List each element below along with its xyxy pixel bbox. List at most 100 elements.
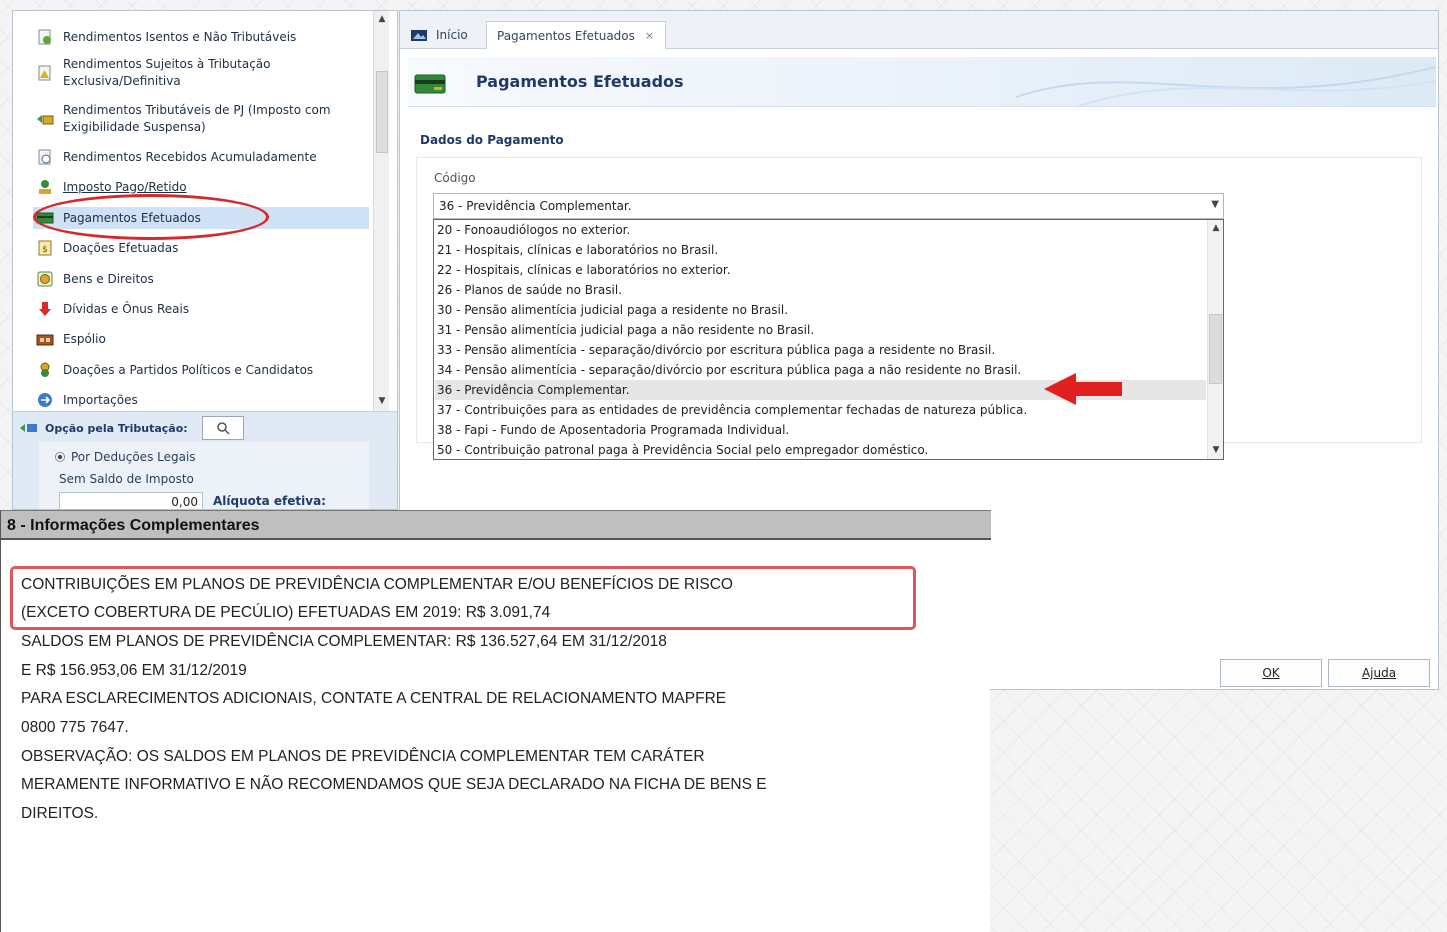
nav-label: Imposto Pago/Retido [63, 179, 187, 194]
deducoes-legais-radio[interactable]: Por Deduções Legais [55, 450, 196, 464]
nav-label: Rendimentos Tributáveis de PJ (Imposto c… [63, 102, 331, 136]
banner-decoration-icon [1016, 66, 1436, 106]
dropdown-option[interactable]: 26 - Planos de saúde no Brasil. [435, 280, 1206, 300]
effective-rate: Alíquota efetiva: 0,00% [213, 494, 326, 509]
nav-label: Doações a Partidos Políticos e Candidato… [63, 362, 314, 377]
debt-arrow-icon [36, 301, 54, 317]
arrows-money-icon [20, 424, 37, 432]
search-icon [216, 422, 230, 435]
section-title: Dados do Pagamento [420, 133, 564, 147]
payment-card-icon [36, 210, 54, 226]
nav-item-dividas[interactable]: Dívidas e Ônus Reais [33, 298, 369, 320]
codigo-dropdown-list[interactable]: 20 - Fonoaudiólogos no exterior. 21 - Ho… [433, 219, 1224, 460]
nav-item-rendimentos-acumulados[interactable]: Rendimentos Recebidos Acumuladamente [33, 146, 369, 168]
dropdown-option[interactable]: 33 - Pensão alimentícia - separação/divó… [435, 340, 1206, 360]
scroll-up-icon[interactable]: ▲ [1208, 220, 1224, 236]
nav-label: Rendimentos Recebidos Acumuladamente [63, 149, 317, 164]
nav-label: Espólio [63, 331, 106, 346]
nav-list: Rendimentos Isentos e Não Tributáveis Re… [13, 11, 369, 411]
ok-button[interactable]: OK [1220, 659, 1322, 687]
scroll-down-icon[interactable]: ▼ [374, 393, 390, 409]
document-leaf-icon [36, 29, 54, 45]
tax-option-header: Opção pela Tributação: [19, 416, 244, 440]
nav-label: Rendimentos Sujeitos à Tributação Exclusi… [63, 56, 271, 90]
radio-selected-icon [55, 452, 65, 462]
document-section-header: 8 - Informações Complementares [1, 510, 991, 540]
tax-option-title: Opção pela Tributação: [45, 421, 188, 435]
import-icon [36, 392, 54, 408]
radio-label: Por Deduções Legais [71, 450, 196, 464]
nav-label: Dívidas e Ônus Reais [63, 301, 190, 316]
nav-item-doacoes-efetuadas[interactable]: $ Doações Efetuadas [33, 237, 369, 259]
close-icon[interactable]: × [645, 29, 654, 42]
scroll-up-icon[interactable]: ▲ [374, 11, 390, 27]
nav-item-imposto-pago[interactable]: Imposto Pago/Retido [33, 176, 369, 198]
document-line: DIREITOS. [21, 805, 99, 822]
informe-document: 8 - Informações Complementares CONTRIBUI… [0, 510, 991, 932]
tax-summary-box: Por Deduções Legais Sem Saldo de Imposto… [39, 442, 369, 509]
tab-label: Início [436, 28, 468, 42]
page-banner: Pagamentos Efetuados [408, 57, 1436, 107]
document-alert-icon [36, 65, 54, 81]
tax-search-button[interactable] [201, 416, 244, 440]
document-line: 0800 775 7647. [21, 719, 129, 736]
nav-item-pagamentos-efetuados[interactable]: Pagamentos Efetuados [33, 207, 369, 229]
dropdown-option[interactable]: 30 - Pensão alimentícia judicial paga a … [435, 300, 1206, 320]
nav-item-importacoes[interactable]: Importações [33, 389, 369, 411]
document-line: E R$ 156.953,06 EM 31/12/2019 [21, 662, 247, 679]
dropdown-option[interactable]: 31 - Pensão alimentícia judicial paga a … [435, 320, 1206, 340]
help-button[interactable]: Ajuda [1328, 659, 1430, 687]
nav-scrollbar[interactable]: ▲ ▼ [373, 11, 389, 411]
home-screen-icon [411, 29, 427, 41]
nav-label-line1: Rendimentos Sujeitos à Tributação [63, 57, 271, 71]
estate-icon [36, 331, 54, 347]
nav-label-line2: Exclusiva/Definitiva [63, 74, 181, 88]
document-line: OBSERVAÇÃO: OS SALDOS EM PLANOS DE PREVI… [21, 748, 705, 765]
dropdown-option[interactable]: 20 - Fonoaudiólogos no exterior. [435, 220, 1206, 240]
tab-inicio[interactable]: Início [400, 21, 486, 49]
tab-label: Pagamentos Efetuados [497, 28, 635, 43]
tax-option-section: Opção pela Tributação: Por Deduções Lega… [13, 411, 397, 509]
tax-value-field: 0,00 [59, 492, 203, 509]
person-money-icon [36, 179, 54, 195]
chevron-down-icon[interactable]: ▼ [1211, 199, 1219, 210]
tab-pagamentos-efetuados[interactable]: Pagamentos Efetuados × [486, 21, 666, 49]
dropdown-option[interactable]: 38 - Fapi - Fundo de Aposentadoria Progr… [435, 420, 1206, 440]
codigo-selected-value: 36 - Previdência Complementar. [439, 199, 632, 213]
nav-scroll-thumb[interactable] [376, 71, 388, 153]
nav-item-rendimentos-exclusiva[interactable]: Rendimentos Sujeitos à Tributação Exclusi… [33, 56, 369, 94]
tax-status: Sem Saldo de Imposto [59, 472, 194, 486]
arrows-money-icon [36, 111, 54, 127]
payment-card-icon [414, 74, 446, 94]
dropdown-scroll-thumb[interactable] [1209, 314, 1222, 384]
dropdown-option[interactable]: 22 - Hospitais, clínicas e laboratórios … [435, 260, 1206, 280]
nav-label-line2: Exigibilidade Suspensa) [63, 120, 206, 134]
svg-text:$: $ [42, 245, 48, 255]
nav-item-bens-direitos[interactable]: Bens e Direitos [33, 268, 369, 290]
nav-item-rendimentos-pj[interactable]: Rendimentos Tributáveis de PJ (Imposto c… [33, 102, 369, 140]
nav-label-line1: Rendimentos Tributáveis de PJ (Imposto c… [63, 103, 331, 117]
document-line: SALDOS EM PLANOS DE PREVIDÊNCIA COMPLEME… [21, 633, 667, 650]
party-donation-icon [36, 362, 54, 378]
codigo-select[interactable]: 36 - Previdência Complementar. ▼ [433, 193, 1224, 219]
document-clock-icon [36, 149, 54, 165]
dropdown-option[interactable]: 21 - Hospitais, clínicas e laboratórios … [435, 240, 1206, 260]
nav-label: Rendimentos Isentos e Não Tributáveis [63, 29, 297, 44]
coin-icon [36, 271, 54, 287]
nav-label: Pagamentos Efetuados [63, 210, 201, 225]
nav-item-rendimentos-isentos[interactable]: Rendimentos Isentos e Não Tributáveis [33, 26, 369, 48]
nav-item-doacoes-partidos[interactable]: Doações a Partidos Políticos e Candidato… [33, 359, 369, 381]
nav-label: Bens e Direitos [63, 271, 154, 286]
dropdown-scrollbar[interactable]: ▲ ▼ [1207, 220, 1223, 459]
dropdown-option[interactable]: 50 - Contribuição patronal paga à Previd… [435, 440, 1206, 460]
nav-label: Importações [63, 392, 138, 407]
document-line: PARA ESCLARECIMENTOS ADICIONAIS, CONTATE… [21, 690, 727, 707]
scroll-down-icon[interactable]: ▼ [1208, 442, 1224, 458]
nav-label: Doações Efetuadas [63, 240, 179, 255]
donation-icon: $ [36, 240, 54, 256]
document-line: CONTRIBUIÇÕES EM PLANOS DE PREVIDÊNCIA C… [21, 576, 733, 593]
nav-item-espolio[interactable]: Espólio [33, 328, 369, 350]
tab-bar: Início Pagamentos Efetuados × [400, 11, 1438, 49]
declaration-nav-panel: Rendimentos Isentos e Não Tributáveis Re… [12, 10, 398, 510]
codigo-label: Código [434, 171, 476, 185]
